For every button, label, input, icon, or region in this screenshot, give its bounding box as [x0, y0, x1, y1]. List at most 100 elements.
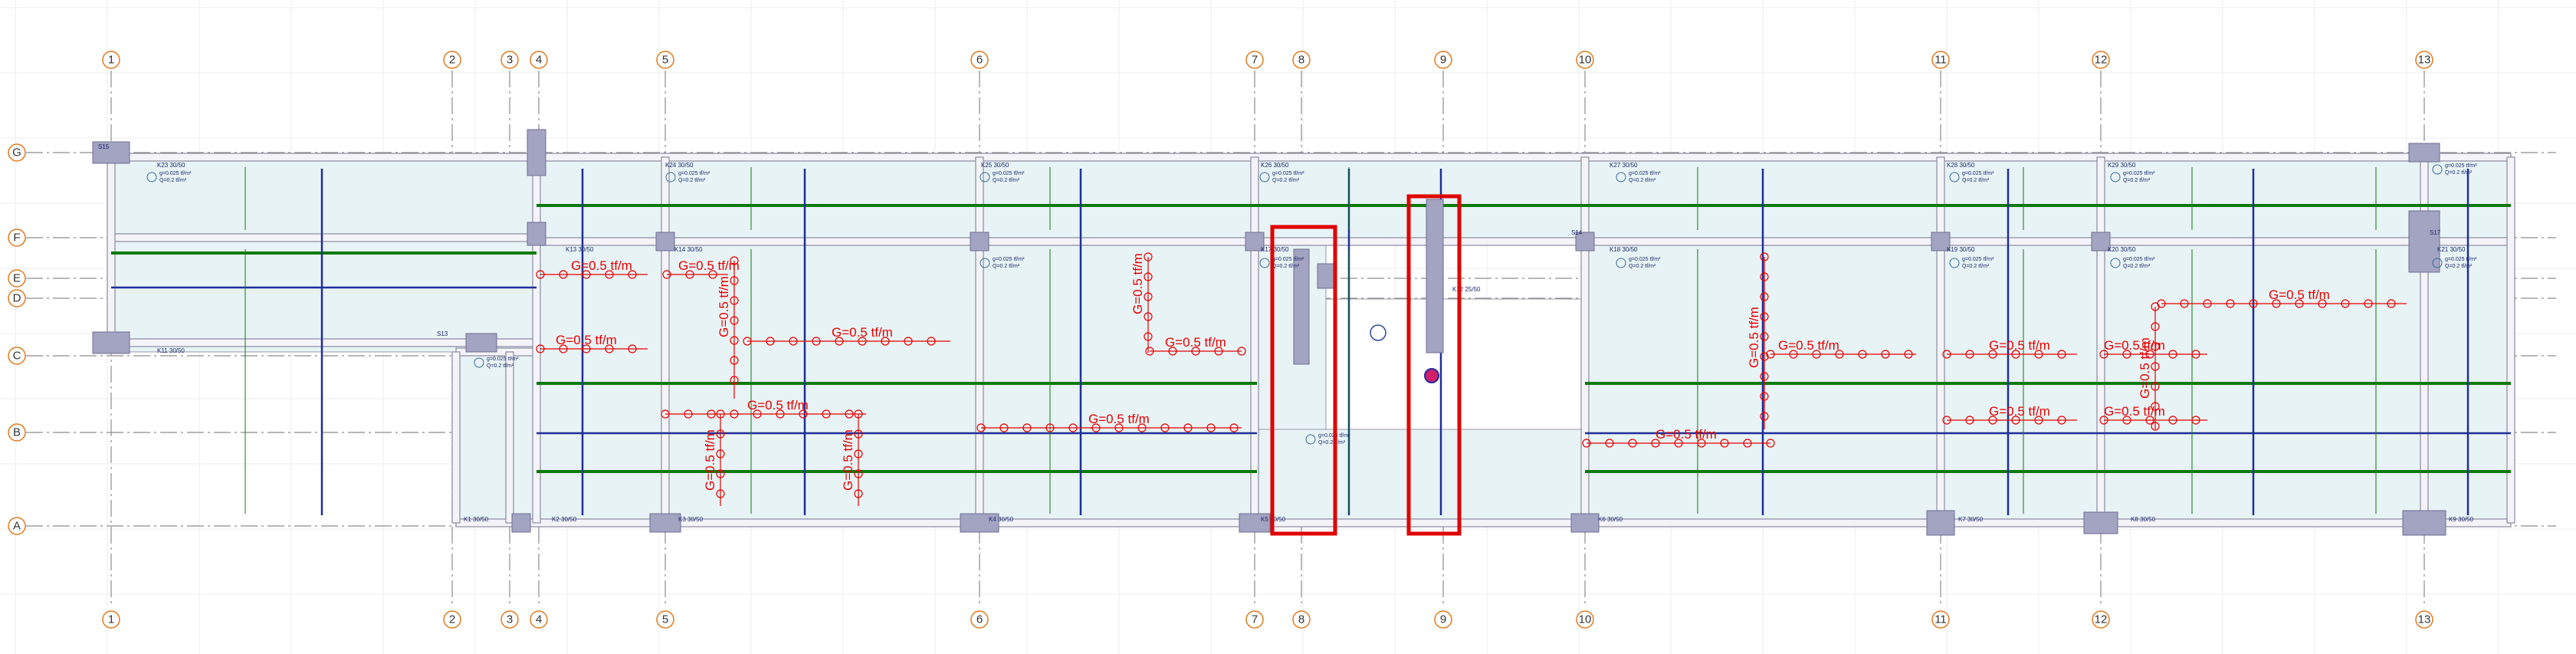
slab-note-line2: Q=0.2 tf/m²: [2123, 178, 2151, 183]
load-label: G=0.5 tf/m: [747, 398, 809, 412]
bubble-label: B: [13, 426, 21, 439]
beam-col-2: [661, 156, 670, 524]
bubble-label: 8: [1298, 54, 1304, 67]
load-label: G=0.5 tf/m: [2138, 337, 2152, 399]
row-bubble-C: C: [8, 347, 26, 365]
bubble-label: 4: [536, 613, 542, 626]
beam-col-9: [2506, 156, 2515, 524]
beam-label-k18: K18 30/50: [1610, 246, 1638, 253]
row-bubble-D: D: [8, 289, 26, 307]
slab-left-top: [110, 156, 537, 235]
structural-plan-canvas[interactable]: K23 30/50 K24 30/50 K25 30/50 K26 30/50 K27 …: [0, 0, 2576, 654]
slab-note-line2: Q=0.2 tf/m²: [2445, 264, 2473, 269]
beam-row-a: [455, 518, 2512, 527]
col-bubble-2-top: 2: [443, 51, 461, 69]
load-label: G=0.5 tf/m: [1656, 427, 1717, 442]
col-bubble-10-top: 10: [1576, 51, 1594, 69]
bubble-label: 11: [1934, 54, 1947, 67]
bubble-label: 13: [2418, 613, 2431, 626]
beam-row-g: [110, 153, 2512, 162]
beam-label-k19: K19 30/50: [1947, 246, 1975, 253]
slab-left-bottom: [455, 351, 537, 527]
slab-note-line1: g=0.025 tf/m²: [678, 171, 710, 176]
beam-label-k29: K29 30/50: [2108, 162, 2136, 169]
col-bubble-12-top: 12: [2092, 51, 2110, 69]
load-label: G=0.5 tf/m: [1778, 338, 1839, 353]
bubble-label: 12: [2095, 613, 2108, 626]
load-label: G=0.5 tf/m: [717, 276, 731, 337]
slab-opening: [1325, 298, 1587, 430]
column-17: [1570, 513, 1600, 533]
column-19: [2083, 511, 2118, 534]
load-label: G=0.5 tf/m: [832, 325, 893, 340]
beam-label-k20: K20 30/50: [2108, 246, 2136, 253]
beam-col-3: [975, 156, 984, 524]
slab-note-line1: g=0.025 tf/m²: [2123, 171, 2155, 176]
beam-label-k11: K11 30/50: [157, 347, 185, 354]
col-bubble-4-bottom: 4: [530, 610, 548, 629]
column-13: [511, 513, 531, 533]
beam-label-k24: K24 30/50: [665, 162, 694, 169]
row-bubble-A: A: [8, 517, 26, 535]
beam-row-f-left: [110, 233, 537, 242]
load-label: G=0.5 tf/m: [2269, 288, 2330, 302]
column-4: [465, 333, 497, 353]
col-bubble-1-bottom: 1: [102, 610, 120, 629]
row-bubble-E: E: [8, 269, 26, 288]
slab-note-line2: Q=0.2 tf/m²: [993, 178, 1020, 183]
col-bubble-2-bottom: 2: [443, 610, 461, 629]
col-bubble-3-top: 3: [500, 51, 519, 69]
row-axis-bubbles: G F ED C B A: [8, 143, 26, 535]
bubble-label: 3: [507, 54, 513, 67]
beam-label-k26: K26 30/50: [1261, 162, 1289, 169]
column-14: [649, 513, 681, 533]
col-bubble-5-bottom: 5: [656, 610, 674, 629]
row-bubble-F: F: [8, 228, 26, 247]
slab-note-line2: Q=0.2 tf/m²: [1629, 264, 1656, 269]
col-bubble-7-bottom: 7: [1245, 610, 1264, 629]
load-label: G=0.5 tf/m: [556, 333, 617, 347]
slab-note-line2: Q=0.2 tf/m²: [487, 363, 514, 369]
col-bubble-7-top: 7: [1245, 51, 1264, 69]
col-bubble-12-bottom: 12: [2092, 610, 2110, 629]
bubble-label: 10: [1579, 613, 1592, 626]
col-bubble-6-top: 6: [970, 51, 989, 69]
col-bubble-1-top: 1: [102, 51, 120, 69]
column-23: [1317, 263, 1335, 289]
load-label: G=0.5 tf/m: [1989, 338, 2050, 353]
beam-label-k8: K8 30/50: [2131, 516, 2156, 523]
load-label: G=0.5 tf/m: [841, 429, 855, 491]
load-label: G=0.5 tf/m: [1130, 253, 1145, 314]
col-bubble-11-bottom: 11: [1931, 610, 1950, 629]
bubble-label: E: [13, 272, 21, 285]
beam-label-k2: K2 30/50: [552, 516, 577, 523]
load-label: G=0.5 tf/m: [1747, 307, 1761, 368]
col-bubble-13-bottom: 13: [2415, 610, 2433, 629]
bubble-label: 7: [1252, 54, 1258, 67]
bubble-label: D: [13, 292, 21, 305]
column-2: [527, 129, 546, 176]
slab-note-line2: Q=0.2 tf/m²: [1272, 264, 1300, 269]
column-12: [2408, 143, 2440, 163]
bubble-label: A: [13, 520, 21, 533]
bubble-label: 11: [1934, 613, 1947, 626]
bubble-label: 7: [1252, 613, 1258, 626]
col-bubble-9-top: 9: [1434, 51, 1452, 69]
beam-label-k9: K9 30/50: [2449, 516, 2474, 523]
slab-note-line1: g=0.025 tf/m²: [1962, 257, 1994, 262]
col-bubble-8-bottom: 8: [1292, 610, 1311, 629]
bubble-label: 3: [507, 613, 513, 626]
bubble-label: 6: [976, 54, 983, 67]
column-11: [2408, 210, 2440, 273]
slab-note-line1: g=0.025 tf/m²: [993, 171, 1025, 176]
beam-label-k23: K23 30/50: [157, 162, 185, 169]
slab-note-line1: g=0.025 tf/m²: [2123, 257, 2155, 262]
beam-label-k25: K25 30/50: [981, 162, 1009, 169]
bubble-label: 5: [662, 54, 668, 67]
beam-label-k3: K3 30/50: [678, 516, 704, 523]
bubble-label: 6: [976, 613, 983, 626]
bubble-label: C: [13, 350, 21, 363]
slab-note-line2: Q=0.2 tf/m²: [1318, 440, 1346, 445]
slab-note-line2: Q=0.2 tf/m²: [1962, 264, 1990, 269]
col-bubble-10-bottom: 10: [1576, 610, 1594, 629]
